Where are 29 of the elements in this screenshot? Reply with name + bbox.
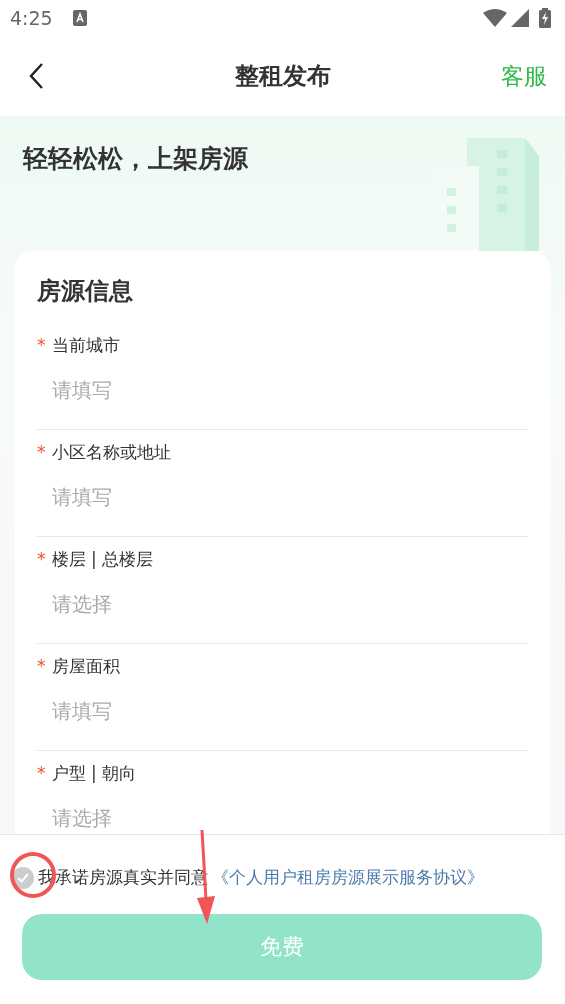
required-mark: * xyxy=(37,655,46,678)
required-mark: * xyxy=(37,441,46,464)
field-label: 户型 | 朝向 xyxy=(51,762,137,785)
hero-heading: 轻轻松松，上架房源 xyxy=(23,143,249,175)
check-icon xyxy=(16,871,30,884)
input-field[interactable]: 请填写 xyxy=(52,695,492,726)
notification-icon xyxy=(72,10,87,26)
signal-icon xyxy=(511,9,529,27)
agreement-link[interactable]: 《个人用户租房房源展示服务协议》 xyxy=(212,865,484,891)
section-title: 房源信息 xyxy=(37,276,134,307)
field-label: 楼层 | 总楼层 xyxy=(51,548,154,571)
input-field[interactable]: 请选择 xyxy=(52,802,492,833)
input-field[interactable]: 请填写 xyxy=(52,481,492,512)
required-mark: * xyxy=(37,762,46,785)
field-label: 房屋面积 xyxy=(51,655,120,678)
required-mark: * xyxy=(37,334,46,357)
field-label: 当前城市 xyxy=(51,334,120,357)
required-mark: * xyxy=(37,548,46,571)
wifi-icon xyxy=(483,9,507,27)
customer-service-link[interactable]: 客服 xyxy=(501,58,547,94)
page-title: 整租发布 xyxy=(234,61,331,92)
highlight-circle xyxy=(10,852,56,898)
status-time: 4:25 xyxy=(10,5,53,31)
field-label: 小区名称或地址 xyxy=(51,441,171,464)
input-field[interactable]: 请填写 xyxy=(52,374,492,405)
back-icon[interactable] xyxy=(28,62,44,90)
submit-button[interactable]: 免费 xyxy=(22,913,542,980)
battery-icon xyxy=(539,8,551,28)
input-field[interactable]: 请选择 xyxy=(52,588,492,619)
